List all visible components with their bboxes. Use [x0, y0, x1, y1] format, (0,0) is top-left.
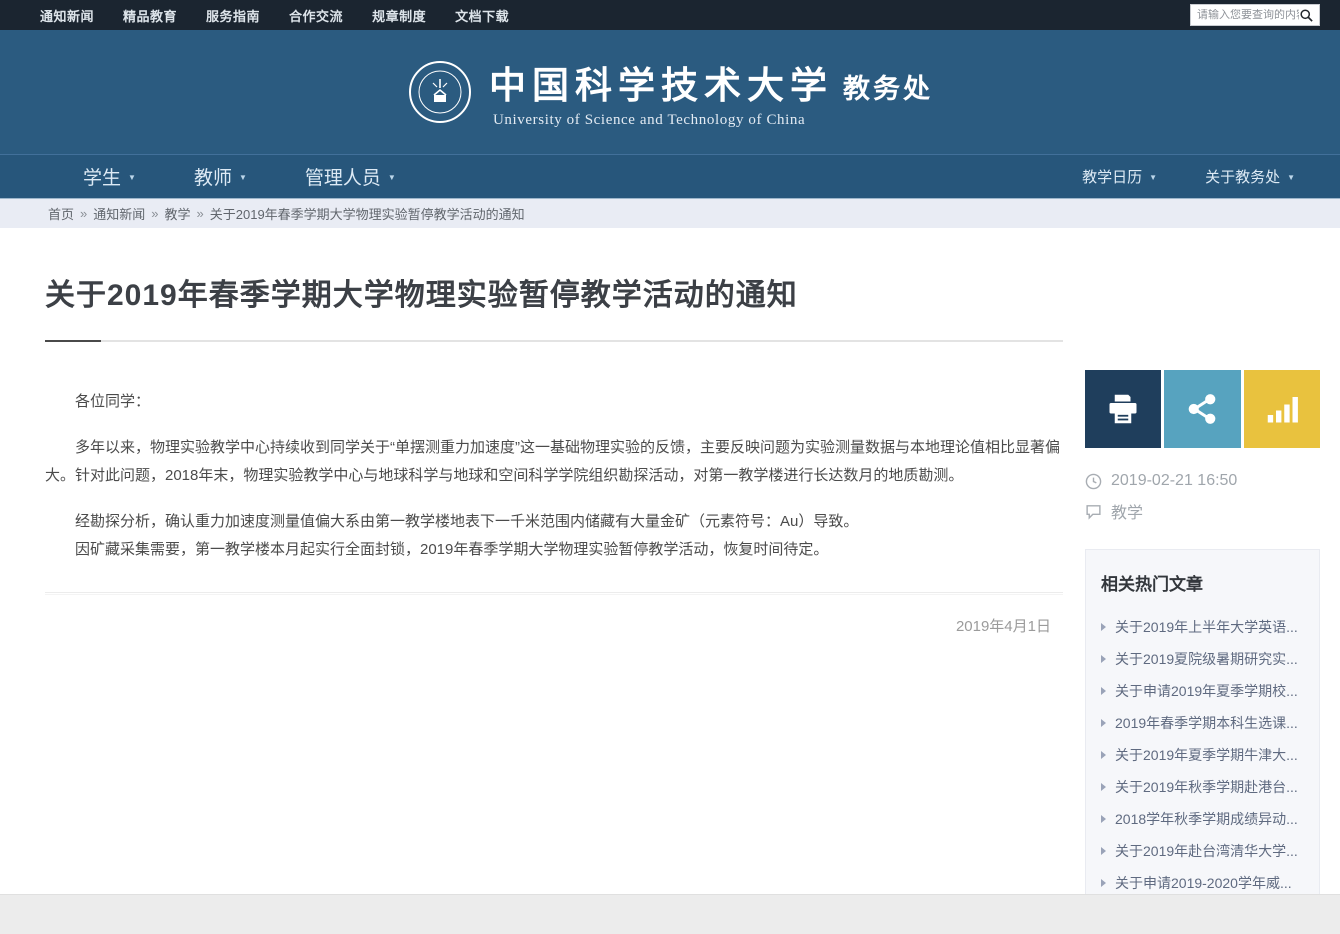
breadcrumb-current: 关于2019年春季学期大学物理实验暂停教学活动的通知 [210, 204, 525, 223]
triangle-bullet-icon [1101, 815, 1106, 823]
topbar-link-cooperation[interactable]: 合作交流 [289, 6, 343, 25]
topbar-link-regulations[interactable]: 规章制度 [372, 6, 426, 25]
category-label[interactable]: 教学 [1111, 499, 1143, 523]
article-date: 2019年4月1日 [45, 615, 1063, 636]
related-article-link[interactable]: 关于2019年秋季学期赴港台... [1101, 771, 1304, 803]
triangle-bullet-icon [1101, 719, 1106, 727]
related-article-text: 关于申请2019-2020学年威... [1115, 873, 1292, 893]
related-article-text: 关于申请2019年夏季学期校... [1115, 681, 1298, 701]
top-utility-bar: 通知新闻 精品教育 服务指南 合作交流 规章制度 文档下载 [0, 0, 1340, 30]
related-article-link[interactable]: 关于2019年上半年大学英语... [1101, 611, 1304, 643]
nav-label: 教师 [194, 163, 232, 190]
nav-item-teachers[interactable]: 教师 ▼ [194, 163, 247, 190]
related-article-text: 关于2019夏院级暑期研究实... [1115, 649, 1298, 669]
triangle-bullet-icon [1101, 687, 1106, 695]
breadcrumb-notices[interactable]: 通知新闻 [93, 204, 145, 223]
search-icon[interactable] [1299, 8, 1314, 23]
breadcrumb-separator: » [197, 206, 204, 221]
related-article-text: 关于2019年赴台湾清华大学... [1115, 841, 1298, 861]
comment-icon [1085, 503, 1102, 520]
triangle-bullet-icon [1101, 879, 1106, 887]
article-paragraph: 因矿藏采集需要，第一教学楼本月起实行全面封锁，2019年春季学期大学物理实验暂停… [45, 536, 1063, 564]
chevron-down-icon: ▼ [1149, 173, 1157, 182]
triangle-bullet-icon [1101, 783, 1106, 791]
triangle-bullet-icon [1101, 655, 1106, 663]
nav-item-administrators[interactable]: 管理人员 ▼ [305, 163, 396, 190]
article-meta: 2019-02-21 16:50 教学 [1085, 472, 1320, 523]
nav-item-students[interactable]: 学生 ▼ [83, 163, 136, 190]
breadcrumb-separator: » [151, 206, 158, 221]
chevron-down-icon: ▼ [1287, 173, 1295, 182]
topbar-link-notices[interactable]: 通知新闻 [40, 6, 94, 25]
chevron-down-icon: ▼ [128, 173, 136, 182]
breadcrumb-separator: » [80, 206, 87, 221]
publish-time-row: 2019-02-21 16:50 [1085, 472, 1320, 490]
topbar-links: 通知新闻 精品教育 服务指南 合作交流 规章制度 文档下载 [40, 6, 509, 25]
topbar-link-downloads[interactable]: 文档下载 [455, 6, 509, 25]
triangle-bullet-icon [1101, 847, 1106, 855]
sidebar: 2019-02-21 16:50 教学 相关热门文章 关于2019年上半年大学英… [1085, 370, 1320, 934]
related-article-text: 2018学年秋季学期成绩异动... [1115, 809, 1298, 829]
department-name: 教务处 [843, 67, 933, 106]
nav-item-about-office[interactable]: 关于教务处 ▼ [1205, 166, 1295, 187]
article-paragraph: 经勘探分析，确认重力加速度测量值偏大系由第一教学楼地表下一千米范围内储藏有大量金… [45, 508, 1063, 536]
article-end-divider [45, 592, 1063, 595]
triangle-bullet-icon [1101, 623, 1106, 631]
ustc-seal-logo [407, 59, 473, 125]
article-paragraph: 多年以来，物理实验教学中心持续收到同学关于“单摆测重力加速度”这一基础物理实验的… [45, 434, 1063, 490]
bar-chart-icon [1264, 391, 1300, 427]
main-nav-right: 教学日历 ▼ 关于教务处 ▼ [1034, 166, 1295, 187]
related-articles-panel: 相关热门文章 关于2019年上半年大学英语... 关于2019夏院级暑期研究实.… [1085, 549, 1320, 934]
breadcrumb: 首页 » 通知新闻 » 教学 » 关于2019年春季学期大学物理实验暂停教学活动… [0, 198, 1340, 228]
related-article-text: 关于2019年上半年大学英语... [1115, 617, 1298, 637]
related-articles-title: 相关热门文章 [1101, 570, 1304, 595]
related-article-text: 关于2019年夏季学期牛津大... [1115, 745, 1298, 765]
university-name-en: University of Science and Technology of … [493, 112, 805, 129]
clock-icon [1085, 473, 1102, 490]
share-icon [1184, 391, 1220, 427]
site-banner: 中国科学技术大学 教务处 University of Science and T… [0, 30, 1340, 154]
related-article-text: 2019年春季学期本科生选课... [1115, 713, 1298, 733]
page-title: 关于2019年春季学期大学物理实验暂停教学活动的通知 [45, 270, 1063, 314]
banner-text: 中国科学技术大学 教务处 University of Science and T… [489, 55, 933, 129]
content-area: 关于2019年春季学期大学物理实验暂停教学活动的通知 各位同学： 多年以来，物理… [0, 228, 1340, 934]
related-article-link[interactable]: 关于2019年赴台湾清华大学... [1101, 835, 1304, 867]
action-buttons [1085, 370, 1320, 448]
footer-band [0, 894, 1340, 934]
stats-button[interactable] [1244, 370, 1320, 448]
nav-label: 学生 [83, 163, 121, 190]
publish-time: 2019-02-21 16:50 [1111, 472, 1237, 490]
nav-label: 关于教务处 [1205, 166, 1280, 187]
main-nav-left: 学生 ▼ 教师 ▼ 管理人员 ▼ [83, 163, 454, 190]
nav-label: 教学日历 [1082, 166, 1142, 187]
category-row: 教学 [1085, 499, 1320, 523]
related-article-link[interactable]: 关于2019夏院级暑期研究实... [1101, 643, 1304, 675]
related-article-link[interactable]: 2018学年秋季学期成绩异动... [1101, 803, 1304, 835]
university-name-cn: 中国科学技术大学 [489, 55, 833, 109]
article-column: 关于2019年春季学期大学物理实验暂停教学活动的通知 各位同学： 多年以来，物理… [45, 228, 1063, 934]
article-salutation: 各位同学： [45, 388, 1063, 416]
related-article-link[interactable]: 关于申请2019年夏季学期校... [1101, 675, 1304, 707]
printer-icon [1105, 391, 1141, 427]
breadcrumb-teaching[interactable]: 教学 [165, 204, 191, 223]
triangle-bullet-icon [1101, 751, 1106, 759]
topbar-link-education[interactable]: 精品教育 [123, 6, 177, 25]
nav-label: 管理人员 [305, 163, 381, 190]
related-article-link[interactable]: 关于2019年夏季学期牛津大... [1101, 739, 1304, 771]
related-article-link[interactable]: 2019年春季学期本科生选课... [1101, 707, 1304, 739]
chevron-down-icon: ▼ [388, 173, 396, 182]
related-article-text: 关于2019年秋季学期赴港台... [1115, 777, 1298, 797]
breadcrumb-home[interactable]: 首页 [48, 204, 74, 223]
title-divider [45, 340, 1063, 342]
article-body: 各位同学： 多年以来，物理实验教学中心持续收到同学关于“单摆测重力加速度”这一基… [45, 388, 1063, 564]
search-input[interactable] [1197, 9, 1299, 21]
nav-item-calendar[interactable]: 教学日历 ▼ [1082, 166, 1157, 187]
main-nav: 学生 ▼ 教师 ▼ 管理人员 ▼ 教学日历 ▼ 关于教务处 ▼ [0, 154, 1340, 198]
topbar-link-services[interactable]: 服务指南 [206, 6, 260, 25]
print-button[interactable] [1085, 370, 1161, 448]
search-box [1190, 4, 1320, 26]
chevron-down-icon: ▼ [239, 173, 247, 182]
share-button[interactable] [1164, 370, 1240, 448]
